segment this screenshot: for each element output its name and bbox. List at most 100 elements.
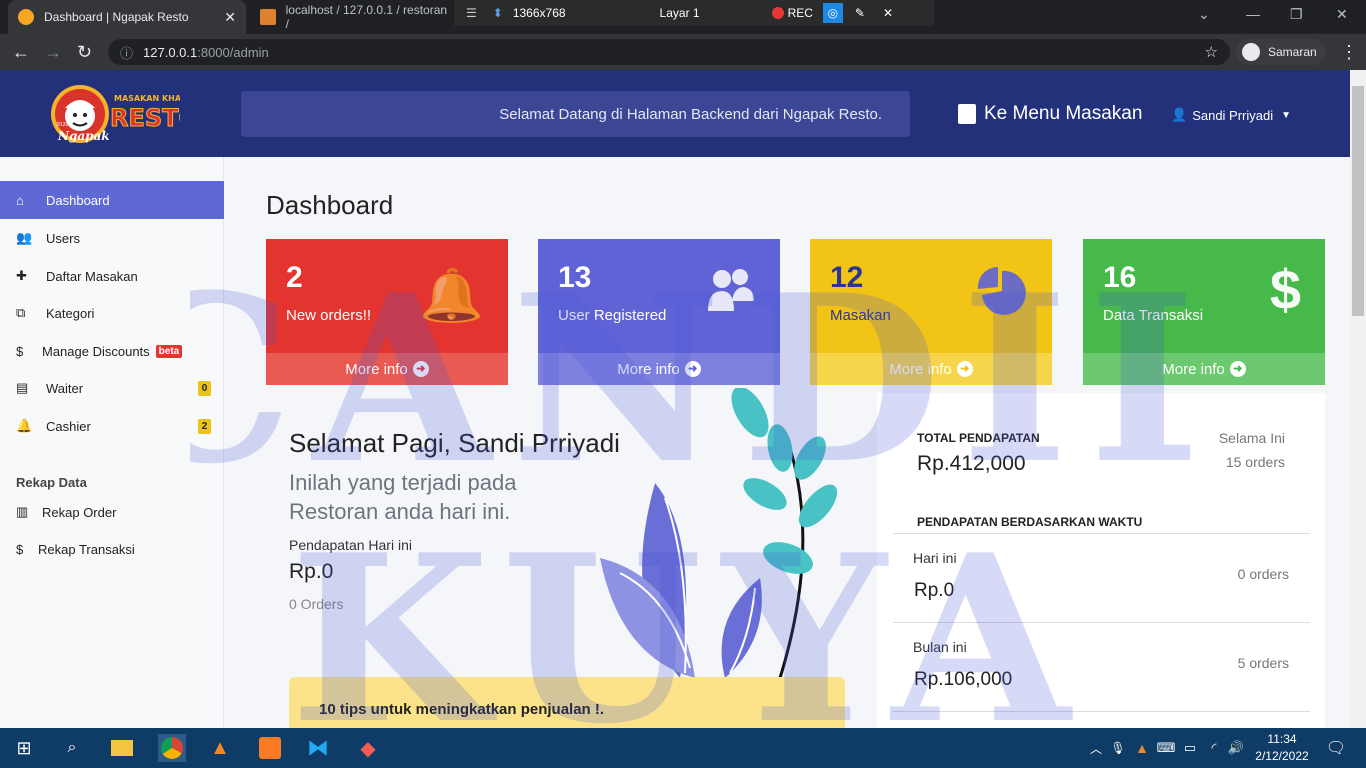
arrow-circle-right-icon: ➜ — [1229, 361, 1246, 377]
cashier-count-badge: 2 — [198, 418, 211, 434]
more-info-link[interactable]: More info ➜ — [810, 353, 1052, 385]
bell-icon: 🔔 — [16, 418, 33, 433]
ngapak-resto-logo[interactable]: MASAKAN KHAS RESTO Ngapak 2020 — [50, 82, 180, 146]
pen-icon[interactable]: ✎ — [855, 6, 865, 20]
user-name: Sandi Prriyadi — [1192, 107, 1274, 123]
reload-icon[interactable]: ↻ — [77, 42, 92, 62]
close-window-icon[interactable]: ✕ — [1336, 6, 1348, 23]
waiter-count-badge: 0 — [198, 380, 211, 396]
sidebar-item-label: Kategori — [46, 305, 95, 321]
git-icon[interactable]: ◆ — [354, 734, 382, 762]
beta-badge: beta — [155, 344, 183, 358]
today-orders-count: 0 Orders — [289, 596, 344, 612]
logo-main-text: RESTO — [110, 104, 180, 132]
camera-icon[interactable]: ◎ — [822, 3, 843, 23]
sidebar-item-dashboard[interactable]: ⌂ Dashboard — [0, 181, 224, 219]
sidebar-item-label: Users — [46, 230, 80, 246]
sidebar-item-label: Daftar Masakan — [46, 268, 138, 284]
more-info-label: More info — [617, 360, 680, 378]
xampp-icon[interactable] — [256, 734, 284, 762]
sidebar-item-rekap-order[interactable]: ▥ Rekap Order — [0, 493, 224, 531]
browser-toolbar: ← → ↻ ⓘ 127.0.0.1 :8000/admin ☆ Samaran … — [0, 34, 1366, 70]
windows-start-icon[interactable]: ⊞ — [10, 734, 38, 762]
dollar-icon: $ — [1269, 258, 1301, 321]
period-label: Hari ini — [913, 550, 957, 566]
caret-down-icon: ▼ — [1281, 109, 1292, 121]
tags-icon: ⧉ — [16, 305, 26, 320]
volume-icon[interactable]: 🔊 — [1222, 734, 1250, 762]
vscode-icon[interactable]: ⧓ — [304, 734, 332, 762]
sidebar-item-label: Rekap Transaksi — [38, 541, 135, 557]
home-icon: ⌂ — [16, 192, 24, 208]
clock-time: 11:34 — [1267, 732, 1297, 746]
record-label[interactable]: REC — [788, 6, 813, 20]
clock-date: 2/12/2022 — [1255, 749, 1309, 763]
user-dropdown[interactable]: 👤 Sandi Prriyadi ▼ — [1171, 107, 1291, 123]
card-value: 2 — [286, 261, 303, 294]
pie-chart-icon — [977, 266, 1026, 315]
menu-icon[interactable]: ☰ — [466, 6, 477, 20]
scrollbar-thumb[interactable] — [1352, 86, 1364, 316]
sidebar-item-label: Dashboard — [46, 192, 110, 208]
bookmark-star-icon[interactable]: ☆ — [1205, 43, 1218, 61]
clipboard-icon: ▤ — [16, 380, 29, 395]
search-icon[interactable]: ⌕ — [58, 734, 86, 762]
period-revenue: Rp.106,000 — [914, 669, 1013, 690]
user-icon: 👤 — [1171, 107, 1188, 122]
chart-icon: ▥ — [16, 504, 29, 519]
more-info-link[interactable]: More info ➜ — [1083, 353, 1325, 385]
file-explorer-icon[interactable] — [108, 734, 136, 762]
minimize-icon[interactable]: — — [1246, 6, 1260, 22]
more-info-label: More info — [1162, 360, 1225, 378]
book-icon — [958, 104, 976, 124]
divider — [893, 711, 1310, 712]
period-revenue: Rp.0 — [914, 580, 955, 601]
tips-banner[interactable]: 10 tips untuk meningkatkan penjualan !. — [289, 677, 845, 728]
sidebar-item-waiter[interactable]: ▤ Waiter 0 — [0, 369, 224, 407]
sidebar-item-cashier[interactable]: 🔔 Cashier 2 — [0, 407, 224, 445]
divider — [893, 622, 1310, 623]
menu-link[interactable]: Ke Menu Masakan — [958, 103, 1142, 125]
total-revenue-label: TOTAL PENDAPATAN — [917, 431, 1040, 445]
incognito-profile-button[interactable]: Samaran — [1236, 39, 1326, 65]
dollar-icon: $ — [16, 343, 24, 359]
more-info-label: More info — [345, 360, 408, 378]
sidebar-item-label: Manage Discounts — [42, 343, 150, 359]
sidebar-item-kategori[interactable]: ⧉ Kategori — [0, 294, 224, 332]
card-value: 16 — [1103, 261, 1137, 294]
sidebar-item-manage-discounts[interactable]: $ Manage Discounts beta — [0, 332, 224, 370]
sidebar-item-users[interactable]: 👥 Users — [0, 219, 224, 257]
tab-search-icon[interactable]: ⌄ — [1198, 6, 1210, 23]
resto-favicon-icon — [18, 9, 34, 25]
browser-menu-icon[interactable]: ⋮ — [1340, 42, 1358, 62]
card-new-orders: 2 New orders!! 🔔 More info ➜ — [266, 239, 508, 385]
card-value: 13 — [558, 261, 592, 294]
chrome-icon[interactable] — [158, 734, 186, 762]
browser-tab-dashboard[interactable]: Dashboard | Ngapak Resto ✕ — [8, 0, 246, 34]
sidebar-item-rekap-transaksi[interactable]: $ Rekap Transaksi — [0, 530, 224, 568]
record-dot-icon[interactable] — [771, 7, 784, 19]
dollar-icon: $ — [16, 541, 24, 557]
url-path: :8000/admin — [197, 44, 269, 60]
more-info-link[interactable]: More info ➜ — [266, 353, 508, 385]
more-info-link[interactable]: More info ➜ — [538, 353, 780, 385]
logo-script-text: Ngapak — [57, 129, 110, 143]
system-clock[interactable]: 11:34 2/12/2022 — [1250, 731, 1314, 765]
arrow-circle-right-icon: ➜ — [684, 361, 701, 377]
pin-icon[interactable]: ⬍ — [493, 6, 503, 20]
tab-title: Dashboard | Ngapak Resto — [44, 10, 189, 24]
back-icon[interactable]: ← — [12, 42, 30, 62]
sidebar-item-daftar-masakan[interactable]: ✚ Daftar Masakan — [0, 257, 224, 295]
welcome-banner: Selamat Datang di Halaman Backend dari N… — [241, 91, 910, 137]
browser-tab-phpmyadmin[interactable]: localhost / 127.0.0.1 / restoran / — [250, 0, 460, 34]
address-bar[interactable]: ⓘ 127.0.0.1 :8000/admin ☆ — [108, 39, 1230, 65]
notification-icon[interactable]: 🗨 — [1322, 734, 1350, 762]
vlc-icon[interactable]: ▲ — [206, 734, 234, 762]
tab-title: localhost / 127.0.0.1 / restoran / — [285, 3, 448, 31]
forward-icon[interactable]: → — [44, 42, 62, 62]
users-icon: 👥 — [16, 230, 33, 245]
restore-icon[interactable]: ❐ — [1290, 6, 1303, 23]
close-recorder-icon[interactable]: ✕ — [883, 6, 893, 20]
info-icon[interactable]: ⓘ — [120, 43, 133, 62]
close-tab-icon[interactable]: ✕ — [224, 9, 236, 26]
